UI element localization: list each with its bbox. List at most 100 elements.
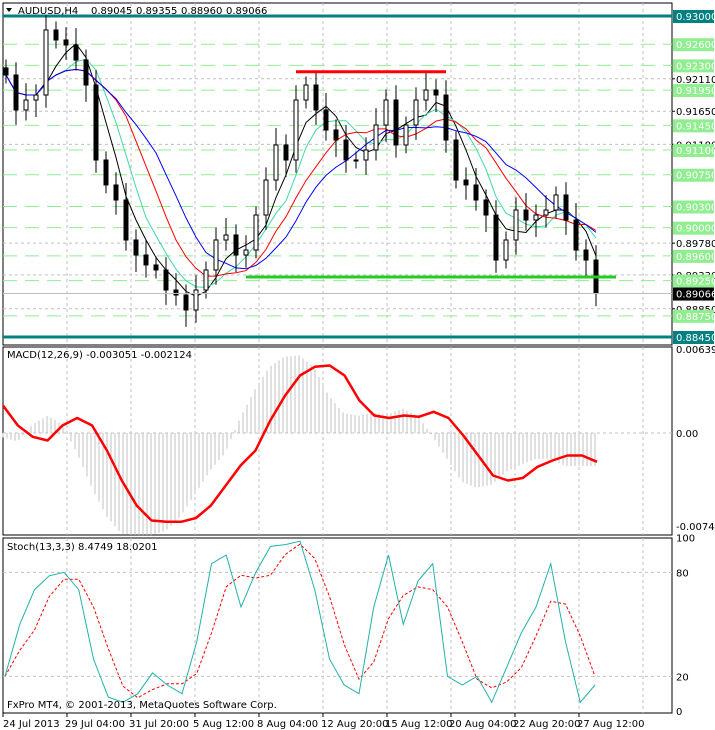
- panel-frame: [2, 537, 673, 714]
- candle-body: [513, 209, 519, 241]
- candle-body: [483, 199, 489, 216]
- stochastic-panel[interactable]: 100 80 20 0: [2, 534, 695, 718]
- ohlc-open: 0.89045: [91, 6, 132, 17]
- stoch-axis-label: 100: [676, 534, 695, 545]
- price-level-label: 0.90000: [676, 224, 715, 235]
- candle-body: [463, 179, 469, 186]
- price-level-label: 0.89250: [676, 277, 715, 288]
- price-level-label: 0.88450: [676, 333, 715, 344]
- candle-body: [583, 249, 589, 261]
- candle-body: [533, 214, 539, 221]
- price-level-label: 0.93000: [676, 12, 715, 23]
- price-level-label: 0.90300: [676, 202, 715, 213]
- macd-axis-label: 0.006398: [676, 345, 715, 356]
- candle-body: [523, 209, 529, 221]
- price-level-label: 0.92300: [676, 61, 715, 72]
- candle-body: [123, 199, 129, 241]
- price-level-label: 0.88750: [676, 312, 715, 323]
- candle-body: [143, 254, 149, 266]
- ohlc-high: 0.89355: [136, 6, 177, 17]
- price-level-label: 0.91100: [676, 146, 715, 157]
- candle-body: [423, 89, 429, 101]
- candle-body: [373, 124, 379, 151]
- candle-body: [23, 99, 29, 111]
- price-level-label: 0.91950: [676, 86, 715, 97]
- macd-panel[interactable]: 0.006398 0.00 -0.007475: [1, 345, 715, 536]
- candle-body: [223, 234, 229, 241]
- time-axis-label: 29 Jul 04:00: [65, 719, 125, 730]
- time-axis-label: 8 Aug 04:00: [257, 719, 318, 730]
- candle-body: [493, 214, 499, 261]
- time-axis-label: 22 Aug 20:00: [513, 719, 580, 730]
- candle-body: [253, 214, 259, 251]
- candle-body: [263, 179, 269, 216]
- stoch-axis-label: 80: [676, 568, 689, 579]
- time-axis: 24 Jul 2013 29 Jul 04:00 31 Jul 20:00 5 Aug…: [2, 713, 644, 730]
- candle-body: [133, 239, 139, 256]
- candle-body: [163, 269, 169, 291]
- time-axis-label: 24 Jul 2013: [3, 719, 60, 730]
- price-axis-label: 0.91650: [676, 107, 715, 118]
- candle-body: [303, 84, 309, 101]
- price-level-label: 0.92600: [676, 40, 715, 51]
- ohlc-close: 0.89066: [226, 6, 267, 17]
- candle-body: [93, 84, 99, 161]
- candle-body: [153, 264, 159, 271]
- macd-axis-label: 0.00: [676, 429, 698, 440]
- candle-body: [273, 144, 279, 181]
- price-panel[interactable]: 0.921100.916500.911800.897800.893300.888…: [2, 2, 715, 346]
- price-level-label: 0.90750: [676, 171, 715, 182]
- candle-body: [443, 94, 449, 141]
- candle-body: [343, 139, 349, 161]
- candle-body: [73, 44, 79, 61]
- time-axis-label: 27 Aug 12:00: [577, 719, 644, 730]
- ohlc-low: 0.88960: [181, 6, 222, 17]
- time-axis-label: 12 Aug 20:00: [321, 719, 388, 730]
- candle-body: [383, 99, 389, 126]
- time-axis-label: 15 Aug 12:00: [385, 719, 452, 730]
- price-axis-label: 0.89780: [676, 239, 715, 250]
- price-level-label: 0.89600: [676, 252, 715, 263]
- candle-body: [13, 74, 19, 111]
- candle-body: [53, 29, 59, 41]
- candle-body: [503, 239, 509, 261]
- time-axis-label: 31 Jul 20:00: [129, 719, 189, 730]
- time-axis-label: 5 Aug 12:00: [193, 719, 254, 730]
- candle-body: [293, 99, 299, 161]
- candle-body: [213, 239, 219, 271]
- chart-title: AUDUSD,H4: [18, 6, 78, 17]
- stoch-axis-label: 20: [676, 672, 689, 683]
- price-level-label: 0.91450: [676, 121, 715, 132]
- candle-body: [103, 159, 109, 186]
- candle-body: [173, 289, 179, 296]
- candle-body: [363, 149, 369, 161]
- time-axis-label: 20 Aug 04:00: [449, 719, 516, 730]
- candle: [453, 131, 459, 189]
- stoch-title: Stoch(13,3,3) 8.4749 18.0201: [7, 542, 158, 553]
- candle-body: [553, 194, 559, 211]
- mt4-chart-window[interactable]: 0.921100.916500.911800.897800.893300.888…: [0, 0, 715, 730]
- candle-body: [183, 294, 189, 311]
- candle-body: [413, 99, 419, 126]
- candle-body: [323, 109, 329, 131]
- current-price-label: 0.89066: [676, 290, 715, 301]
- candle-body: [563, 194, 569, 221]
- candle: [93, 70, 99, 173]
- candle-body: [433, 89, 439, 96]
- candle-body: [353, 159, 359, 162]
- macd-title: MACD(12,26,9) -0.003051 -0.002124: [7, 350, 192, 361]
- candle-body: [193, 289, 199, 311]
- candle-body: [63, 39, 69, 46]
- candle-body: [333, 129, 339, 141]
- candle-body: [393, 99, 399, 146]
- candle-body: [33, 94, 39, 101]
- candle-body: [313, 84, 319, 111]
- candle-body: [3, 67, 9, 76]
- candle-body: [403, 124, 409, 146]
- candle-body: [203, 269, 209, 291]
- candle-body: [573, 219, 579, 251]
- candle-body: [243, 249, 249, 256]
- macd-axis-label: -0.007475: [676, 522, 715, 533]
- candle-body: [453, 139, 459, 181]
- copyright-text: FxPro MT4, © 2001-2013, MetaQuotes Softw…: [7, 700, 277, 711]
